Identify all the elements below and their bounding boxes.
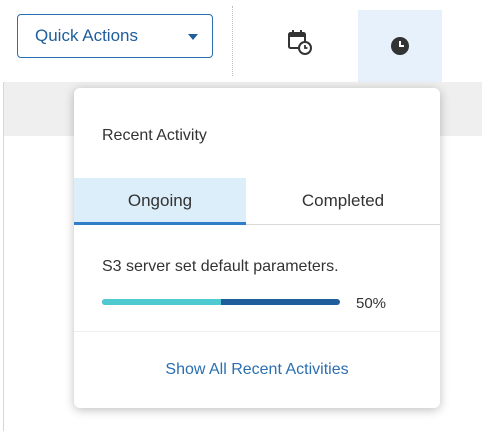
recent-activity-panel: Recent Activity Ongoing Completed S3 ser…	[74, 88, 440, 408]
calendar-button[interactable]	[275, 18, 325, 66]
tab-completed[interactable]: Completed	[246, 178, 440, 224]
calendar-clock-icon	[288, 30, 312, 55]
activity-progress-bar	[102, 299, 340, 305]
top-toolbar: Quick Actions	[0, 0, 482, 82]
recent-activity-button[interactable]	[358, 10, 442, 82]
show-all-recent-activities-link[interactable]: Show All Recent Activities	[74, 361, 440, 379]
clock-icon	[391, 37, 409, 55]
panel-title: Recent Activity	[102, 127, 207, 144]
quick-actions-label: Quick Actions	[35, 26, 138, 45]
activity-item-text: S3 server set default parameters.	[102, 258, 339, 275]
tab-ongoing-label: Ongoing	[127, 191, 193, 210]
activity-progress-percent: 50%	[356, 295, 387, 312]
caret-down-icon	[188, 34, 198, 40]
toolbar-separator	[232, 6, 233, 76]
panel-divider	[74, 331, 440, 332]
tab-completed-label: Completed	[301, 191, 385, 210]
tab-ongoing[interactable]: Ongoing	[74, 178, 246, 225]
activity-progress-fill	[102, 299, 221, 305]
quick-actions-button[interactable]: Quick Actions	[17, 14, 213, 58]
activity-tabs: Ongoing Completed	[74, 178, 440, 225]
